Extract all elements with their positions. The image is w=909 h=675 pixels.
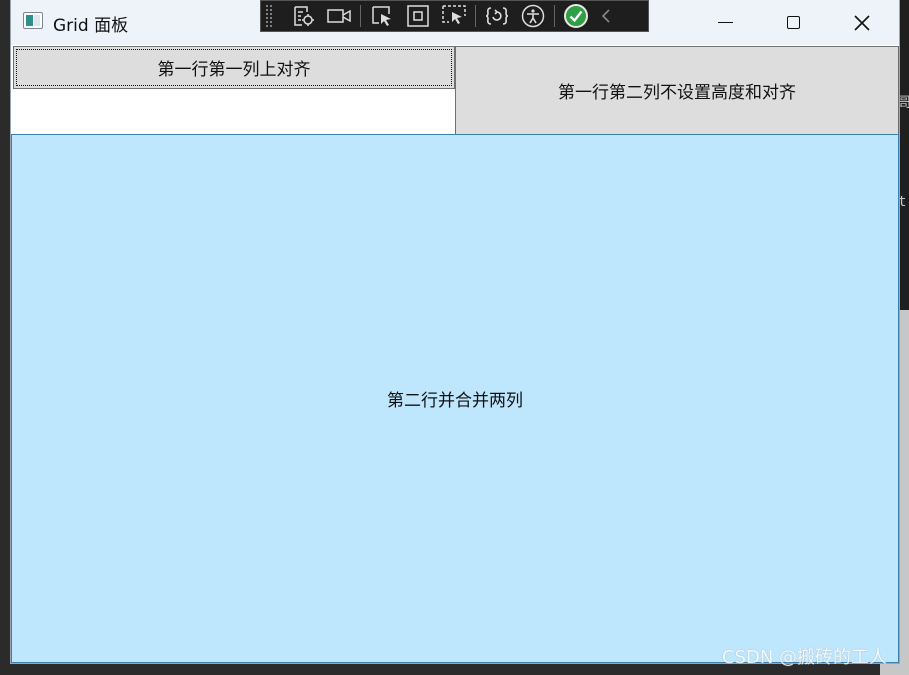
go-to-live-visual-tree-icon [294,6,314,26]
select-element-button[interactable] [364,2,400,30]
maximize-icon [786,16,800,29]
display-layout-adorners-icon [407,5,429,27]
close-icon [854,14,870,31]
toolbar-separator [475,5,476,27]
go-to-live-visual-tree-button[interactable] [285,2,321,30]
row1-col1-button[interactable]: 第一行第一列上对齐 [13,46,455,89]
row1-col1-button-label: 第一行第一列上对齐 [157,60,311,80]
binding-check-icon [564,4,588,28]
collapse-toolbar-button[interactable] [594,2,618,30]
track-focus-icon [442,5,466,24]
window-title: Grid 面板 [53,16,129,36]
select-element-icon [372,6,391,26]
accessibility-icon [521,4,545,28]
app-icon [23,12,43,29]
binding-check-button[interactable] [558,2,594,30]
row2-merged-button-label: 第二行并合并两列 [387,391,523,411]
toolbar-grip[interactable] [265,4,273,28]
accessibility-button[interactable] [515,2,551,30]
toolbar-separator [360,5,361,27]
wpf-debug-toolbar [260,0,649,32]
record-icon [327,9,351,23]
minimize-button[interactable] [691,0,759,45]
row2-merged-button[interactable]: 第二行并合并两列 [11,134,899,663]
watermark: CSDN @搬砖的工人 [722,647,888,668]
app-window: Grid 面板 第一行第一列上对齐 第一行第二列不设置高度和对齐 第二行并合并两… [10,0,900,664]
toolbar-separator [554,5,555,27]
chevron-left-icon [601,9,610,23]
hot-reload-button[interactable] [479,2,515,30]
record-button[interactable] [321,2,357,30]
display-layout-adorners-button[interactable] [400,2,436,30]
hot-reload-icon [485,7,509,25]
maximize-button[interactable] [759,0,827,45]
row1-col1-empty-area [12,89,454,134]
close-button[interactable] [828,0,896,45]
minimize-icon [717,21,733,24]
row1-col2-button[interactable]: 第一行第二列不设置高度和对齐 [455,46,899,135]
row1-col2-button-label: 第一行第二列不设置高度和对齐 [558,83,796,103]
track-focus-button[interactable] [436,2,472,30]
